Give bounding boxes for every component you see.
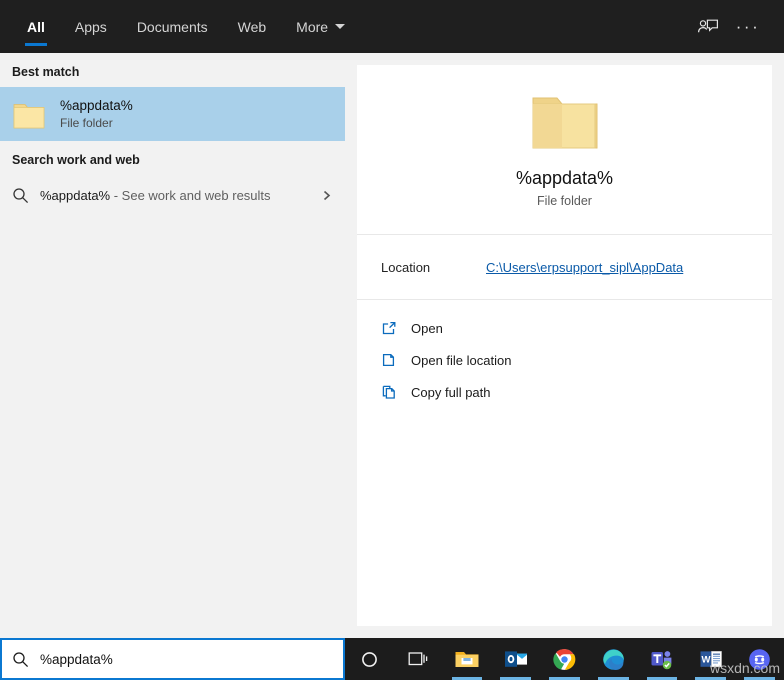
tab-documents-label: Documents: [137, 19, 208, 35]
action-open-file-location-label: Open file location: [411, 353, 511, 368]
tab-apps[interactable]: Apps: [60, 0, 122, 53]
tab-web[interactable]: Web: [223, 0, 282, 53]
result-item-title: %appdata%: [60, 97, 133, 114]
search-tabbar: All Apps Documents Web More: [0, 0, 784, 53]
location-row: Location C:\Users\erpsupport_sipl\AppDat…: [357, 235, 772, 300]
search-input[interactable]: %appdata%: [0, 638, 345, 680]
action-open[interactable]: Open: [357, 312, 772, 344]
taskbar-item-cortana[interactable]: [345, 638, 394, 680]
web-search-heading: Search work and web: [0, 141, 345, 175]
search-icon: [12, 187, 40, 204]
web-result-suffix: - See work and web results: [110, 188, 270, 203]
taskbar-item-word[interactable]: W: [686, 638, 735, 680]
web-result-item[interactable]: %appdata% - See work and web results: [0, 175, 345, 215]
windows-search-overlay: All Apps Documents Web More: [0, 0, 784, 680]
bottom-bar: %appdata%: [0, 638, 784, 680]
best-match-heading: Best match: [0, 53, 345, 87]
result-item-text: %appdata% File folder: [60, 97, 133, 131]
tab-documents[interactable]: Documents: [122, 0, 223, 53]
detail-title: %appdata%: [516, 166, 613, 190]
detail-pane: %appdata% File folder Location C:\Users\…: [357, 65, 772, 626]
detail-subtitle: File folder: [537, 194, 592, 208]
detail-hero: %appdata% File folder: [357, 65, 772, 235]
ellipsis-glyph: ···: [736, 18, 760, 35]
tab-more-label: More: [296, 19, 328, 35]
folder-open-icon: [381, 352, 411, 368]
web-result-query: %appdata%: [40, 188, 110, 203]
result-item-subtitle: File folder: [60, 115, 133, 131]
taskbar: W wsxdn.com: [345, 638, 784, 680]
folder-icon: [12, 97, 46, 131]
svg-text:W: W: [701, 654, 710, 665]
tab-web-label: Web: [238, 19, 267, 35]
folder-large-icon: [529, 92, 601, 154]
taskbar-item-discord[interactable]: [735, 638, 784, 680]
web-result-label: %appdata% - See work and web results: [40, 188, 271, 203]
copy-icon: [381, 384, 411, 400]
taskbar-item-edge[interactable]: [589, 638, 638, 680]
location-label: Location: [381, 260, 486, 275]
action-open-label: Open: [411, 321, 443, 336]
taskbar-item-outlook[interactable]: [491, 638, 540, 680]
ellipsis-icon[interactable]: ···: [728, 7, 768, 47]
chevron-down-icon: [335, 24, 345, 29]
location-link[interactable]: C:\Users\erpsupport_sipl\AppData: [486, 260, 683, 275]
results-pane: Best match %appdata% File folder Search …: [0, 53, 345, 638]
taskbar-item-chrome[interactable]: [540, 638, 589, 680]
tab-list: All Apps Documents Web More: [0, 0, 360, 53]
tab-all-label: All: [27, 19, 45, 35]
action-copy-full-path-label: Copy full path: [411, 385, 491, 400]
tab-more[interactable]: More: [281, 0, 360, 53]
action-copy-full-path[interactable]: Copy full path: [357, 376, 772, 408]
tab-apps-label: Apps: [75, 19, 107, 35]
taskbar-item-teams[interactable]: [638, 638, 687, 680]
action-open-file-location[interactable]: Open file location: [357, 344, 772, 376]
tab-all[interactable]: All: [12, 0, 60, 53]
chevron-right-icon[interactable]: [320, 189, 333, 202]
taskbar-item-file-explorer[interactable]: [443, 638, 492, 680]
person-feedback-icon[interactable]: [688, 7, 728, 47]
tabbar-actions: ···: [688, 0, 784, 53]
search-input-value: %appdata%: [40, 652, 113, 667]
taskbar-item-task-view[interactable]: [394, 638, 443, 680]
result-item-appdata[interactable]: %appdata% File folder: [0, 87, 345, 141]
open-in-new-icon: [381, 320, 411, 336]
search-icon: [12, 651, 40, 668]
action-list: Open Open file location: [357, 300, 772, 408]
